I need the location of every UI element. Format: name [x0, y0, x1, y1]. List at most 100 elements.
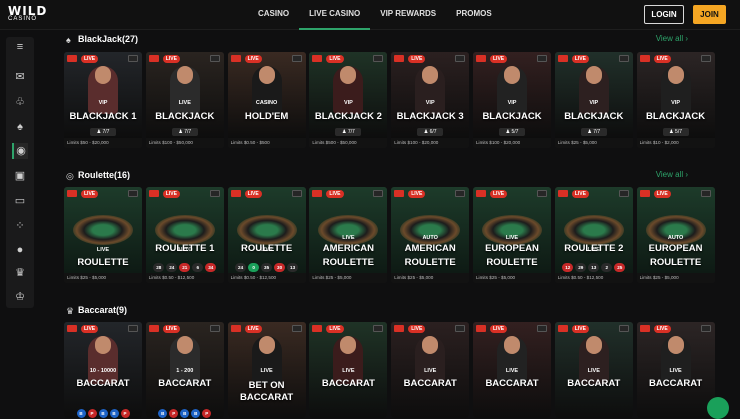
- seats-count: 6/7: [429, 129, 437, 135]
- game-card[interactable]: LIVE VIP BLACKJACK ♟ 5/7 Limits $10 - $2,000: [636, 52, 715, 148]
- last-results: 24 0 35 30 13: [230, 263, 304, 272]
- dealer-face: [422, 66, 439, 84]
- logo[interactable]: WILD CASINO: [8, 4, 48, 26]
- provider-icon: [394, 325, 405, 332]
- live-badge: LIVE: [653, 325, 671, 333]
- game-card[interactable]: LIVE LIVE BACCARAT: [391, 322, 470, 418]
- game-subtitle: LIVE: [669, 368, 682, 374]
- game-card[interactable]: LIVE VIP BLACKJACK 3 ♟ 6/7 Limits $100 - $20…: [391, 52, 470, 148]
- nav-casino[interactable]: CASINO: [248, 0, 299, 30]
- game-card[interactable]: LIVE VIP BLACKJACK ♟ 7/7 Limits $25 - $5,000: [554, 52, 633, 148]
- game-title: BLACKJACK 2: [314, 111, 382, 122]
- game-card[interactable]: LIVE LIVE BACCARAT: [309, 322, 388, 418]
- nav-vip-rewards[interactable]: VIP REWARDS: [370, 0, 446, 30]
- result-number: 2: [601, 263, 613, 272]
- roulette-wheel: [563, 215, 624, 245]
- limits-label: Limits $25 - $5,000: [64, 273, 142, 283]
- game-card[interactable]: LIVE 10 - 10000 BACCARAT B P B B P: [64, 322, 142, 418]
- limits-label: Limits $25 - $5,000: [636, 273, 715, 283]
- studio-icon: [373, 55, 384, 62]
- game-title-line2: ROULETTE: [404, 257, 456, 268]
- studio-icon: [537, 55, 547, 62]
- provider-icon: [230, 190, 241, 197]
- live-badge: LIVE: [408, 325, 426, 333]
- roulette-wheel: [154, 215, 215, 245]
- provider-icon: [312, 55, 323, 62]
- provider-icon: [557, 190, 568, 197]
- game-card[interactable]: LIVE LIVE BACCARAT: [554, 322, 633, 418]
- seats-count: 5/7: [675, 129, 682, 135]
- nav-live-casino[interactable]: LIVE CASINO: [299, 0, 371, 30]
- bead-result: B: [158, 409, 168, 418]
- result-number: 25: [614, 263, 626, 272]
- game-card[interactable]: LIVE LIVE ROULETTE 2 12 29 13 2 25 Limits $0.50 …: [554, 187, 633, 283]
- game-card[interactable]: LIVE LIVE BLACKJACK ♟ 7/7 Limits $100 - $50,…: [145, 52, 224, 148]
- game-card[interactable]: LIVE LIVE AMERICAN ROULETTE Limits $25 - $5,…: [309, 187, 388, 283]
- game-card[interactable]: LIVE LIVE BET ON BACCARAT: [227, 322, 306, 418]
- game-title: BLACKJACK: [155, 111, 215, 122]
- live-badge: LIVE: [408, 55, 426, 63]
- provider-icon: [67, 55, 77, 62]
- game-title-line2: ROULETTE: [322, 257, 374, 268]
- cherries-icon[interactable]: ♧: [12, 94, 28, 110]
- limits-label: Limits $0.50 - $12,500: [554, 273, 633, 283]
- game-card[interactable]: LIVE AUTO AMERICAN ROULETTE Limits $25 - $5,…: [391, 187, 470, 283]
- live-badge: LIVE: [490, 325, 508, 333]
- bead-result: P: [169, 409, 179, 418]
- game-card[interactable]: LIVE VIP BLACKJACK 2 ♟ 7/7 Limits $500 - $50…: [309, 52, 388, 148]
- provider-icon: [557, 325, 568, 332]
- studio-icon: [128, 325, 138, 332]
- game-title-line2: ROULETTE: [649, 257, 702, 268]
- game-card[interactable]: LIVE CASINO HOLD'EM Limits $0.50 - $500: [227, 52, 306, 148]
- laptop-icon[interactable]: ▭: [12, 193, 28, 209]
- game-card[interactable]: LIVE VIP BLACKJACK ♟ 5/7 Limits $100 - $20,0…: [473, 52, 551, 148]
- join-button[interactable]: JOIN: [693, 5, 726, 24]
- menu-icon[interactable]: ≡: [12, 39, 28, 55]
- spade-icon[interactable]: ♠: [12, 119, 28, 135]
- provider-icon: [148, 325, 159, 332]
- game-card[interactable]: LIVE 1 - 200 BACCARAT B P B B P: [145, 322, 224, 418]
- studio-icon: [455, 190, 466, 197]
- live-badge: LIVE: [244, 55, 262, 63]
- game-card[interactable]: LIVE AUTO EUROPEAN ROULETTE Limits $25 - $5,…: [636, 187, 715, 283]
- live-badge: LIVE: [490, 190, 508, 198]
- live-badge: LIVE: [571, 55, 589, 63]
- live-badge: LIVE: [162, 190, 180, 198]
- provider-icon: [476, 190, 486, 197]
- view-all-link[interactable]: View all ›: [656, 34, 688, 43]
- game-card[interactable]: LIVE LIVE ROULETTE Limits $25 - $5,000: [64, 187, 142, 283]
- game-card[interactable]: LIVE VIP BLACKJACK 1 ♟ 7/7 Limits $50 - $20,…: [64, 52, 142, 148]
- view-all-link[interactable]: View all ›: [656, 170, 688, 179]
- provider-icon: [230, 55, 241, 62]
- dealer-face: [585, 336, 602, 354]
- spade-icon: ♠: [66, 35, 71, 45]
- game-card[interactable]: LIVE LIVE BACCARAT: [636, 322, 715, 418]
- basketball-icon[interactable]: ●: [12, 242, 28, 258]
- dice-icon[interactable]: ⁘: [12, 218, 28, 234]
- crown-icon[interactable]: ♔: [12, 289, 28, 305]
- login-button[interactable]: LOGIN: [644, 5, 684, 24]
- seats-count: 7/7: [102, 129, 110, 135]
- live-chat-button[interactable]: [707, 397, 729, 419]
- trophy-icon[interactable]: ♛: [12, 265, 28, 281]
- game-card[interactable]: LIVE LIVE BACCARAT: [473, 322, 551, 418]
- result-number: 29: [575, 263, 587, 272]
- limits-label: Limits $0.50 - $500: [227, 138, 306, 148]
- sidebar: ≡ ✉ ♧ ♠ ◉ ▣ ▭ ⁘ ● ♛ ♔: [6, 37, 34, 308]
- dealer-face: [340, 336, 357, 354]
- game-card[interactable]: LIVE LIVE EUROPEAN ROULETTE Limits $25 - $5,…: [473, 187, 551, 283]
- provider-icon: [639, 325, 650, 332]
- game-card[interactable]: LIVE AUTO ROULETTE 1 28 24 21 6 34 Limits $0.50 …: [145, 187, 224, 283]
- studio-icon: [618, 55, 629, 62]
- roulette-wheel: [73, 215, 133, 245]
- live-badge: LIVE: [653, 190, 671, 198]
- game-card[interactable]: LIVE LIVE ROULETTE 24 0 35 30 13 Limits $0.50 - …: [227, 187, 306, 283]
- section-title: BlackJack: [78, 34, 123, 44]
- cards-icon[interactable]: ▣: [12, 168, 28, 184]
- seats-count: 7/7: [347, 129, 355, 135]
- seats-indicator: ♟ 6/7: [417, 128, 444, 136]
- chat-bubbles-icon[interactable]: ✉: [12, 69, 28, 85]
- dealer-icon[interactable]: ◉: [12, 143, 28, 159]
- nav-promos[interactable]: PROMOS: [446, 0, 502, 30]
- studio-icon: [209, 325, 220, 332]
